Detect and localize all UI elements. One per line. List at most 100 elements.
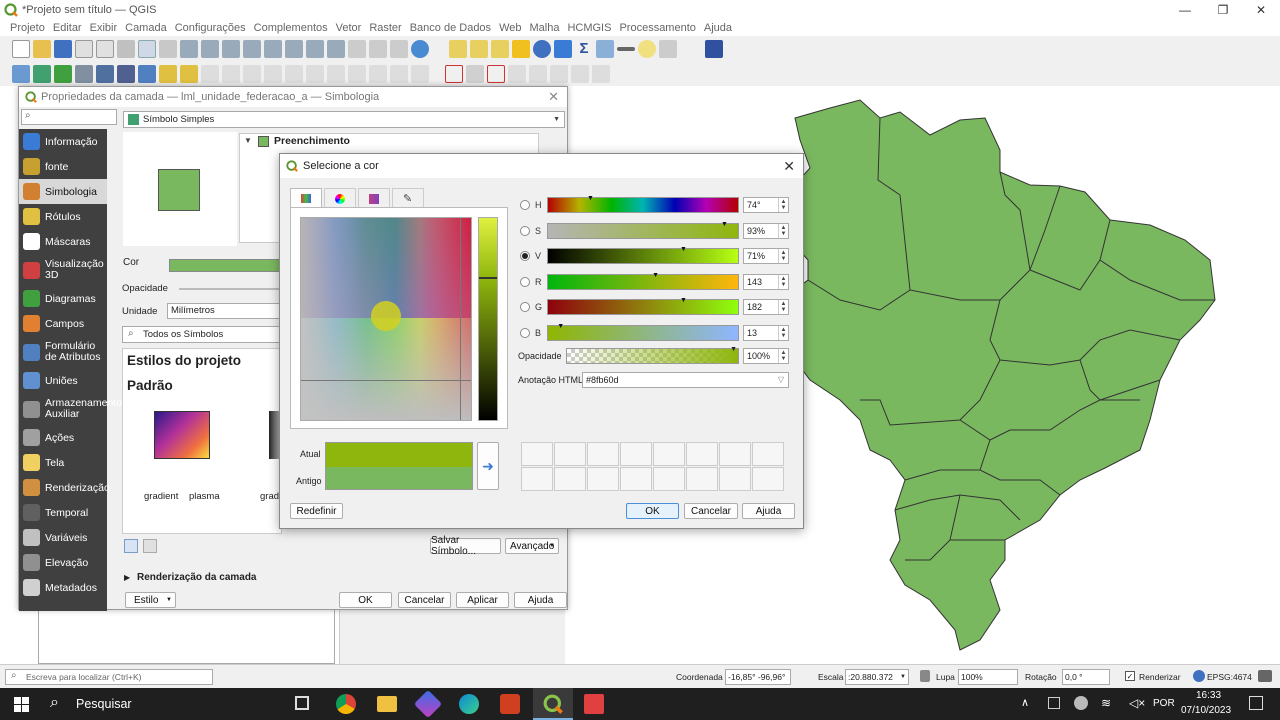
menu-exibir[interactable]: Exibir <box>86 22 122 34</box>
sidebar-item-6[interactable]: Visualização 3D <box>19 254 107 286</box>
text-annotation-icon[interactable] <box>659 40 677 58</box>
sidebar-item-10[interactable]: Uniões <box>19 368 107 393</box>
old-color-swatch[interactable] <box>326 467 472 489</box>
edge-icon[interactable] <box>459 694 479 714</box>
channel-slider-s[interactable]: ▼ <box>547 221 739 239</box>
icon-view-toggle[interactable] <box>124 539 138 553</box>
layer-help-button[interactable]: Ajuda <box>514 592 567 608</box>
tab-color-wheel[interactable] <box>324 188 356 208</box>
channel-spinbox-b[interactable]: 13 ▲ ▼ <box>743 324 789 341</box>
label-toolbar-icon[interactable] <box>445 65 463 83</box>
magnifier-field[interactable]: 100% <box>958 669 1018 685</box>
tree-expand-icon[interactable]: ▼ <box>244 136 252 145</box>
taskbar-search-icon[interactable]: ⌕ <box>50 694 59 712</box>
channel-radio-b[interactable] <box>520 327 530 338</box>
zoom-last-icon[interactable] <box>306 40 324 58</box>
sidebar-item-9[interactable]: Formulário de Atributos <box>19 336 107 368</box>
channel-radio-v[interactable] <box>520 251 530 261</box>
channel-slider-b[interactable]: ▼ <box>547 323 739 341</box>
sidebar-item-4[interactable]: Rótulos <box>19 204 107 229</box>
tray-chevron-icon[interactable]: ∧ <box>1021 696 1029 709</box>
paste-icon[interactable] <box>369 65 387 83</box>
color-ok-button[interactable]: OK <box>626 503 679 519</box>
menu-camada[interactable]: Camada <box>121 22 171 34</box>
pan-hand-icon[interactable] <box>138 40 156 58</box>
move-feature-icon[interactable] <box>285 65 303 83</box>
office-icon[interactable] <box>500 694 520 714</box>
color-swatch-slot[interactable] <box>587 442 619 466</box>
notifications-icon[interactable] <box>1249 696 1263 710</box>
add-to-swatch-arrow-icon[interactable]: ➜ <box>477 442 499 490</box>
add-spatialite-icon[interactable] <box>117 65 135 83</box>
channel-radio-g[interactable] <box>520 302 530 312</box>
select-features-icon[interactable] <box>449 40 467 58</box>
color-button[interactable] <box>169 259 283 272</box>
sidebar-item-8[interactable]: Campos <box>19 311 107 336</box>
new-project-icon[interactable] <box>12 40 30 58</box>
show-labels-icon[interactable] <box>487 65 505 83</box>
value-vertical-slider[interactable] <box>478 217 498 421</box>
color-cancel-button[interactable]: Cancelar <box>684 503 738 519</box>
action-gear-icon[interactable] <box>554 40 572 58</box>
color-swatch-slot[interactable] <box>653 442 685 466</box>
plasma-gradient-swatch[interactable] <box>154 411 210 459</box>
map-tips-icon[interactable] <box>638 40 656 58</box>
zoom-selection-icon[interactable] <box>243 40 261 58</box>
add-postgis-icon[interactable] <box>96 65 114 83</box>
clipchamp-icon[interactable] <box>413 689 443 719</box>
chrome-icon[interactable] <box>336 694 356 714</box>
tree-item-fill[interactable]: Preenchimento <box>274 135 350 147</box>
renderer-select[interactable]: Símbolo Simples ▼ <box>123 111 565 128</box>
menu-editar[interactable]: Editar <box>49 22 86 34</box>
color-swatch-slot[interactable] <box>521 442 553 466</box>
zoom-layer-icon[interactable] <box>264 40 282 58</box>
bookmark-icon[interactable] <box>369 40 387 58</box>
layer-apply-button[interactable]: Aplicar <box>456 592 509 608</box>
channel-slider-g[interactable]: ▼ <box>547 297 739 315</box>
crs-globe-icon[interactable] <box>1193 670 1205 682</box>
sidebar-item-2[interactable]: fonte <box>19 154 107 179</box>
color-swatch-slot[interactable] <box>620 442 652 466</box>
save-project-icon[interactable] <box>54 40 72 58</box>
channel-slider-v[interactable]: ▼ <box>547 246 739 264</box>
attribute-table-icon[interactable] <box>596 40 614 58</box>
channel-slider-h[interactable]: ▼ <box>547 195 739 213</box>
color-swatch-slot[interactable] <box>719 467 751 491</box>
digitize-icon[interactable] <box>222 65 240 83</box>
color-picker-handle[interactable] <box>371 301 401 331</box>
select-by-value-icon[interactable] <box>470 40 488 58</box>
style-manager-icon[interactable] <box>117 40 135 58</box>
opacity-spinbox[interactable]: 100% ▲ ▼ <box>743 348 789 364</box>
color-help-button[interactable]: Ajuda <box>742 503 795 519</box>
channel-radio-h[interactable] <box>520 200 530 210</box>
layout-manager-icon[interactable] <box>96 40 114 58</box>
sidebar-item-18[interactable]: Metadados <box>19 575 107 600</box>
zoom-out-icon[interactable] <box>201 40 219 58</box>
cut-icon[interactable] <box>327 65 345 83</box>
sidebar-item-17[interactable]: Elevação <box>19 550 107 575</box>
language-indicator[interactable]: POR <box>1153 698 1175 709</box>
color-swatch-slot[interactable] <box>521 467 553 491</box>
sidebar-item-11[interactable]: Armazenamento Auxiliar <box>19 393 122 425</box>
color-swatch-slot[interactable] <box>653 467 685 491</box>
sidebar-item-5[interactable]: Máscaras <box>19 229 107 254</box>
crs-label[interactable]: EPSG:4674 <box>1207 672 1252 682</box>
scale-field[interactable]: :20.880.372 ▼ <box>845 669 909 685</box>
coordinate-field[interactable]: -16,85° -96,96° <box>725 669 791 685</box>
sidebar-item-15[interactable]: Temporal <box>19 500 107 525</box>
clock-date[interactable]: 07/10/2023 <box>1181 705 1231 716</box>
color-swatch-slot[interactable] <box>686 467 718 491</box>
identify-features-icon[interactable] <box>533 40 551 58</box>
help-icon[interactable] <box>705 40 723 58</box>
data-source-manager-icon[interactable] <box>12 65 30 83</box>
sidebar-item-13[interactable]: Tela <box>19 450 107 475</box>
sidebar-item-3[interactable]: Simbologia <box>19 179 107 204</box>
menu-malha[interactable]: Malha <box>525 22 563 34</box>
color-swatch-slot[interactable] <box>620 467 652 491</box>
menu-web[interactable]: Web <box>495 22 525 34</box>
windows-start-icon[interactable] <box>14 697 29 712</box>
messages-icon[interactable] <box>1258 670 1272 682</box>
tab-color-palettes[interactable] <box>358 188 390 208</box>
html-dropdown-icon[interactable]: ▽ <box>778 375 784 384</box>
menu-hcmgis[interactable]: HCMGIS <box>563 22 615 34</box>
